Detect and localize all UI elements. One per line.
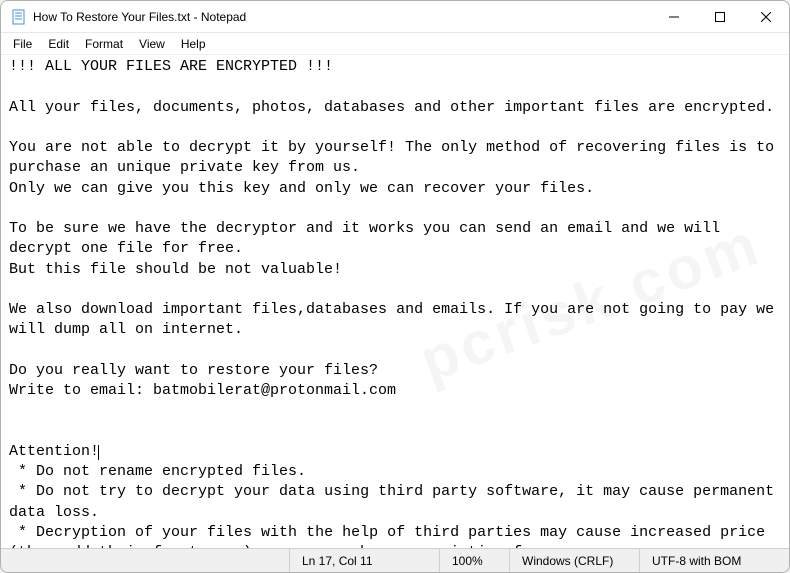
text-line: Write to email: batmobilerat@protonmail.… [9,382,396,399]
status-eol: Windows (CRLF) [509,549,639,572]
text-line: * Do not rename encrypted files. [9,463,306,480]
window-title: How To Restore Your Files.txt - Notepad [33,10,651,24]
text-line: But this file should be not valuable! [9,261,342,278]
menu-help[interactable]: Help [173,35,214,53]
text-line: * Do not try to decrypt your data using … [9,483,783,520]
text-line: To be sure we have the decryptor and it … [9,220,729,257]
notepad-window: How To Restore Your Files.txt - Notepad … [0,0,790,573]
maximize-icon [715,12,725,22]
notepad-icon [11,9,27,25]
menu-view[interactable]: View [131,35,173,53]
menu-format[interactable]: Format [77,35,131,53]
menubar: File Edit Format View Help [1,33,789,55]
titlebar[interactable]: How To Restore Your Files.txt - Notepad [1,1,789,33]
status-encoding: UTF-8 with BOM [639,549,789,572]
text-line: All your files, documents, photos, datab… [9,99,774,116]
text-line: Do you really want to restore your files… [9,362,378,379]
menu-file[interactable]: File [5,35,40,53]
text-line: We also download important files,databas… [9,301,783,338]
minimize-button[interactable] [651,1,697,33]
minimize-icon [669,12,679,22]
status-zoom: 100% [439,549,509,572]
maximize-button[interactable] [697,1,743,33]
status-line-col: Ln 17, Col 11 [289,549,439,572]
text-line: You are not able to decrypt it by yourse… [9,139,783,176]
statusbar: Ln 17, Col 11 100% Windows (CRLF) UTF-8 … [1,548,789,572]
text-line: Only we can give you this key and only w… [9,180,594,197]
close-icon [761,12,771,22]
text-cursor [98,445,99,460]
status-spacer [1,549,289,572]
close-button[interactable] [743,1,789,33]
text-line: * Decryption of your files with the help… [9,524,774,548]
text-line: !!! ALL YOUR FILES ARE ENCRYPTED !!! [9,58,333,75]
menu-edit[interactable]: Edit [40,35,77,53]
window-controls [651,1,789,32]
text-area[interactable]: !!! ALL YOUR FILES ARE ENCRYPTED !!! All… [1,55,789,548]
text-line: Attention! [9,443,99,460]
